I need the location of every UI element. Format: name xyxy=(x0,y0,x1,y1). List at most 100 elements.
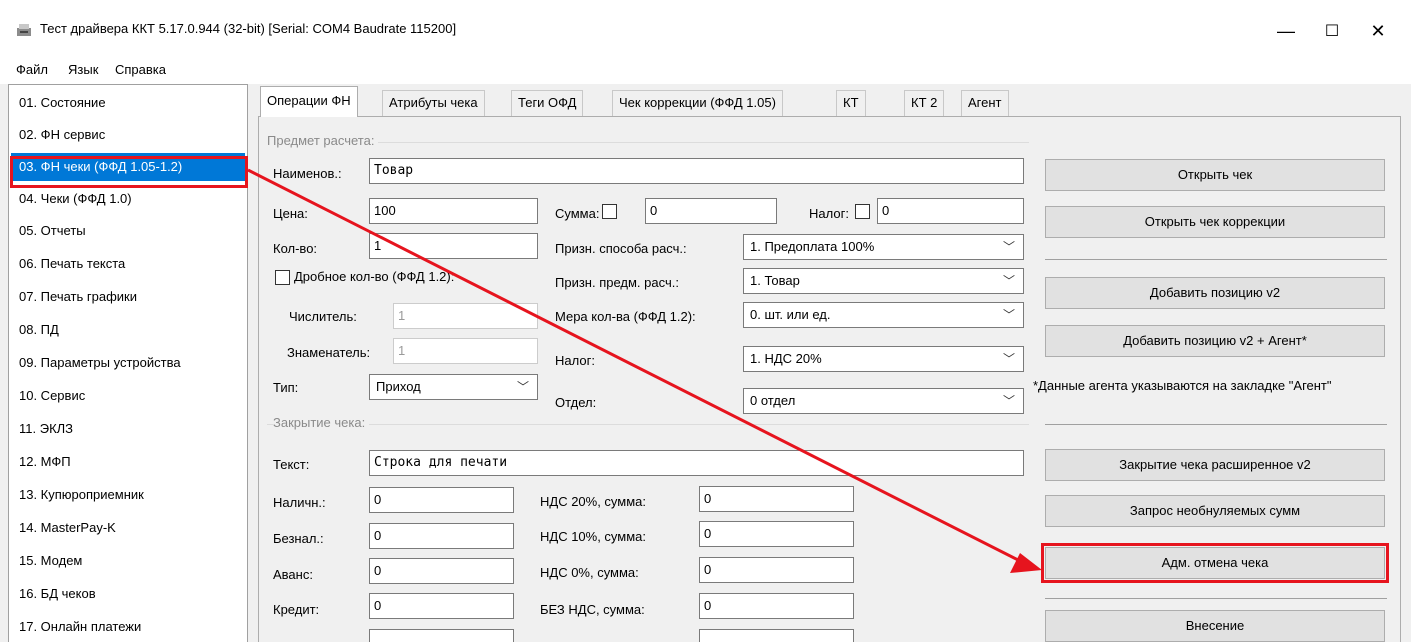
credit-input[interactable]: 0 xyxy=(369,593,514,619)
add-position-v2-button[interactable]: Добавить позицию v2 xyxy=(1045,277,1385,309)
department-value: 0 отдел xyxy=(750,393,796,408)
maximize-button[interactable]: ☐ xyxy=(1309,14,1355,48)
tab-kt[interactable]: КТ xyxy=(836,90,866,116)
sum-checkbox[interactable] xyxy=(602,204,617,219)
sidebar-item[interactable]: 07. Печать графики xyxy=(11,283,245,311)
measure-select[interactable]: 0. шт. или ед. ﹀ xyxy=(743,302,1024,328)
price-label: Цена: xyxy=(273,206,308,221)
open-receipt-button[interactable]: Открыть чек xyxy=(1045,159,1385,191)
advance-label: Аванс: xyxy=(273,567,313,582)
type-value: Приход xyxy=(376,379,421,394)
minimize-button[interactable]: — xyxy=(1263,14,1309,48)
sidebar-item[interactable]: 05. Отчеты xyxy=(11,217,245,245)
subject-group-label: Предмет расчета: xyxy=(267,133,379,148)
deposit-button[interactable]: Внесение xyxy=(1045,610,1385,642)
card-label: Безнал.: xyxy=(273,531,324,546)
close-receipt-extended-button[interactable]: Закрытие чека расширенное v2 xyxy=(1045,449,1385,481)
sidebar-item[interactable]: 08. ПД xyxy=(11,316,245,344)
chevron-down-icon: ﹀ xyxy=(1002,394,1015,408)
tab-receipt-attributes[interactable]: Атрибуты чека xyxy=(382,90,485,116)
nonreset-sums-button[interactable]: Запрос необнуляемых сумм xyxy=(1045,495,1385,527)
subject-sign-select[interactable]: 1. Товар ﹀ xyxy=(743,268,1024,294)
sidebar-item[interactable]: 15. Модем xyxy=(11,547,245,575)
tab-kt2[interactable]: КТ 2 xyxy=(904,90,945,116)
add-position-v2-agent-button[interactable]: Добавить позицию v2 + Агент* xyxy=(1045,325,1385,357)
cash-input[interactable]: 0 xyxy=(369,487,514,513)
vat20-label: НДС 20%, сумма: xyxy=(540,494,647,509)
qty-label: Кол-во: xyxy=(273,241,318,256)
fn-operations-panel: Предмет расчета: Наименов.: Товар Цена: … xyxy=(258,116,1401,642)
cash-label: Наличн.: xyxy=(273,495,326,510)
department-select[interactable]: 0 отдел ﹀ xyxy=(743,388,1024,414)
extra-sum-input[interactable] xyxy=(369,629,514,642)
advance-input[interactable]: 0 xyxy=(369,558,514,584)
title-bar: Тест драйвера ККТ 5.17.0.944 (32-bit) [S… xyxy=(0,0,1411,58)
sidebar-item[interactable]: 10. Сервис xyxy=(11,382,245,410)
novat-input[interactable]: 0 xyxy=(699,593,854,619)
measure-label: Мера кол-ва (ФФД 1.2): xyxy=(555,309,696,324)
sidebar-item[interactable]: 06. Печать текста xyxy=(11,250,245,278)
payment-method-label: Призн. способа расч.: xyxy=(555,241,687,256)
menu-help[interactable]: Справка xyxy=(115,62,166,77)
tab-fn-operations[interactable]: Операции ФН xyxy=(260,86,358,117)
name-label: Наименов.: xyxy=(273,166,342,181)
credit-label: Кредит: xyxy=(273,602,320,617)
qty-input[interactable]: 1 xyxy=(369,233,538,259)
tab-correction-receipt[interactable]: Чек коррекции (ФФД 1.05) xyxy=(612,90,783,116)
denominator-label: Знаменатель: xyxy=(287,345,371,360)
chevron-down-icon: ﹀ xyxy=(1002,352,1015,366)
print-text-input[interactable]: Строка для печати xyxy=(369,450,1024,476)
vat-label: Налог: xyxy=(555,353,595,368)
close-button[interactable]: ✕ xyxy=(1355,14,1401,48)
window-title: Тест драйвера ККТ 5.17.0.944 (32-bit) [S… xyxy=(40,21,457,36)
menu-bar: Файл Язык Справка xyxy=(0,58,1411,84)
cancel-receipt-button[interactable]: Адм. отмена чека xyxy=(1041,543,1389,583)
tab-ofd-tags[interactable]: Теги ОФД xyxy=(511,90,584,116)
menu-file[interactable]: Файл xyxy=(16,62,48,77)
tax-checkbox[interactable] xyxy=(855,204,870,219)
name-input[interactable]: Товар xyxy=(369,158,1024,184)
menu-language[interactable]: Язык xyxy=(68,62,98,77)
fractional-qty-label: Дробное кол-во (ФФД 1.2): xyxy=(294,269,455,284)
closing-group-label: Закрытие чека: xyxy=(273,415,370,430)
group-divider xyxy=(267,424,1029,425)
open-correction-button[interactable]: Открыть чек коррекции xyxy=(1045,206,1385,238)
denominator-input[interactable]: 1 xyxy=(393,338,538,364)
sum-input[interactable]: 0 xyxy=(645,198,777,224)
sidebar-item[interactable]: 13. Купюроприемник xyxy=(11,481,245,509)
price-input[interactable]: 100 xyxy=(369,198,538,224)
department-label: Отдел: xyxy=(555,395,597,410)
numerator-input[interactable]: 1 xyxy=(393,303,538,329)
sidebar-item[interactable]: 02. ФН сервис xyxy=(11,121,245,149)
sidebar-item[interactable]: 11. ЭКЛЗ xyxy=(11,415,245,443)
chevron-down-icon: ﹀ xyxy=(516,380,529,394)
button-divider xyxy=(1045,424,1387,425)
selected-item-highlight xyxy=(10,156,248,188)
group-divider xyxy=(267,142,1029,143)
payment-method-value: 1. Предоплата 100% xyxy=(750,239,875,254)
agent-note: *Данные агента указываются на закладке "… xyxy=(1033,378,1332,393)
tab-agent[interactable]: Агент xyxy=(961,90,1009,116)
chevron-down-icon: ﹀ xyxy=(1002,274,1015,288)
sidebar-item[interactable]: 01. Состояние xyxy=(11,89,245,117)
extra-vat-input[interactable] xyxy=(699,629,854,642)
tax-input[interactable]: 0 xyxy=(877,198,1024,224)
sidebar-item[interactable]: 14. MasterPay-K xyxy=(11,514,245,542)
sidebar-item[interactable]: 12. МФП xyxy=(11,448,245,476)
button-divider xyxy=(1045,598,1387,599)
subject-sign-label: Призн. предм. расч.: xyxy=(555,275,679,290)
vat0-input[interactable]: 0 xyxy=(699,557,854,583)
sidebar-item[interactable]: 09. Параметры устройства xyxy=(11,349,245,377)
sidebar-item[interactable]: 04. Чеки (ФФД 1.0) xyxy=(11,185,245,213)
type-select[interactable]: Приход ﹀ xyxy=(369,374,538,400)
sidebar-item[interactable]: 16. БД чеков xyxy=(11,580,245,608)
fractional-qty-checkbox[interactable] xyxy=(275,270,290,285)
vat10-label: НДС 10%, сумма: xyxy=(540,529,647,544)
vat0-label: НДС 0%, сумма: xyxy=(540,565,639,580)
payment-method-select[interactable]: 1. Предоплата 100% ﹀ xyxy=(743,234,1024,260)
card-input[interactable]: 0 xyxy=(369,523,514,549)
sidebar-item[interactable]: 17. Онлайн платежи xyxy=(11,613,245,641)
vat20-input[interactable]: 0 xyxy=(699,486,854,512)
vat10-input[interactable]: 0 xyxy=(699,521,854,547)
vat-select[interactable]: 1. НДС 20% ﹀ xyxy=(743,346,1024,372)
